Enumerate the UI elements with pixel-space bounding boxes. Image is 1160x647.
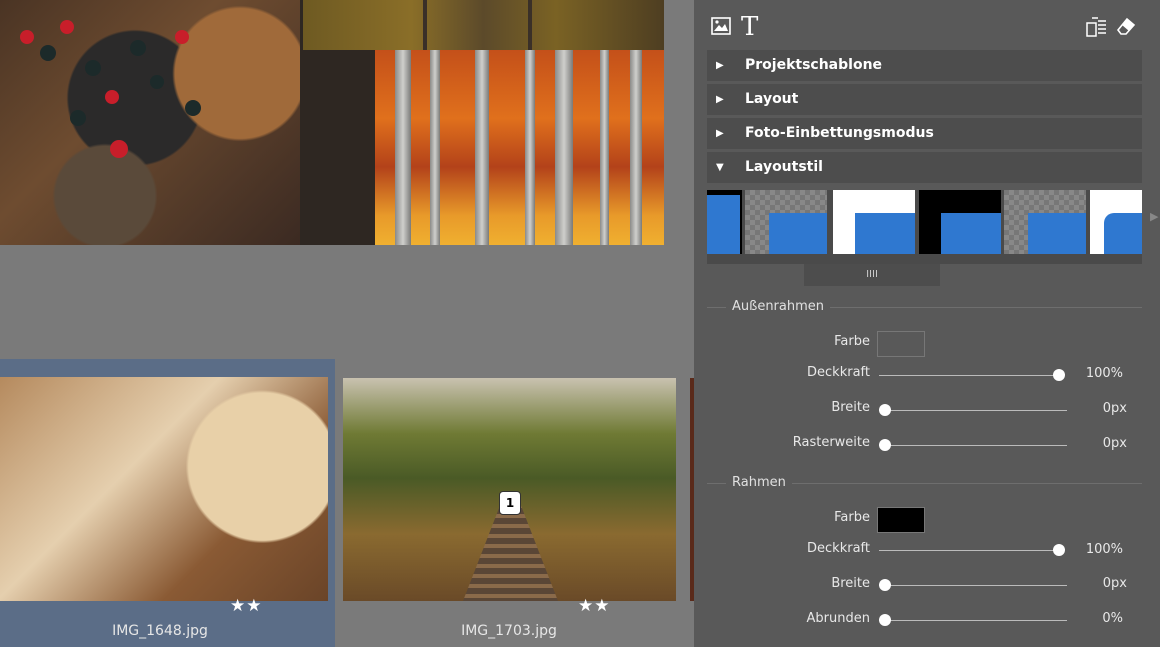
outer-frame-color-picker[interactable]: [877, 331, 925, 357]
value-rasterweite: 0px: [1102, 436, 1127, 451]
properties-panel: T ▶ Projektschablone ▶ Layout ▶ Foto-Ein…: [694, 0, 1160, 647]
collage-photo-berries[interactable]: [0, 0, 300, 245]
frame-rounding-slider[interactable]: [879, 620, 1067, 621]
group-title-frame: Rahmen: [726, 475, 792, 490]
filmstrip-thumbnail-2[interactable]: [343, 378, 676, 601]
label-deckkraft: Deckkraft: [807, 541, 870, 556]
slider-knob[interactable]: [879, 579, 891, 591]
layers-icon[interactable]: [1086, 17, 1108, 41]
outer-frame-opacity-slider[interactable]: [879, 375, 1059, 376]
label-deckkraft: Deckkraft: [807, 365, 870, 380]
filmstrip-thumbnail-1[interactable]: [0, 377, 328, 601]
value-breite: 0px: [1102, 401, 1127, 416]
filmstrip-filename: IMG_1703.jpg: [461, 623, 557, 639]
value-deckkraft: 100%: [1085, 366, 1123, 381]
collapse-arrow-icon: ▼: [716, 162, 724, 173]
eraser-icon[interactable]: [1115, 15, 1137, 41]
label-breite: Breite: [831, 400, 870, 415]
collage-photo-forest[interactable]: [375, 50, 664, 245]
layout-style-gallery: [707, 190, 1142, 264]
layout-style-option[interactable]: [1004, 190, 1086, 254]
workspace: ★★ IMG_1648.jpg 1 ★★ IMG_1703.jpg: [0, 0, 694, 647]
collage-photo-tracks[interactable]: [303, 0, 664, 50]
section-label: Layoutstil: [745, 159, 823, 175]
expand-arrow-icon: ▶: [716, 128, 724, 139]
section-label: Foto-Einbettungsmodus: [745, 125, 934, 141]
section-layout[interactable]: ▶ Layout: [707, 84, 1142, 115]
outer-frame-grid-slider[interactable]: [879, 445, 1067, 446]
layout-style-option[interactable]: [833, 190, 915, 254]
label-rasterweite: Rasterweite: [792, 435, 870, 450]
section-foto-einbettungsmodus[interactable]: ▶ Foto-Einbettungsmodus: [707, 118, 1142, 149]
text-icon[interactable]: T: [741, 12, 758, 42]
filmstrip-filename: IMG_1648.jpg: [112, 623, 208, 639]
slider-knob[interactable]: [879, 614, 891, 626]
value-breite: 0px: [1102, 576, 1127, 591]
section-label: Projektschablone: [745, 57, 883, 73]
value-abrunden: 0%: [1102, 611, 1123, 626]
frame-color-picker[interactable]: [877, 507, 925, 533]
outer-frame-width-slider[interactable]: [879, 410, 1067, 411]
value-deckkraft: 100%: [1085, 542, 1123, 557]
layout-style-option[interactable]: [707, 190, 742, 254]
section-projektschablone[interactable]: ▶ Projektschablone: [707, 50, 1142, 81]
rating-stars[interactable]: ★★: [578, 596, 610, 616]
layout-style-option[interactable]: [1090, 190, 1142, 254]
group-title-outer-frame: Außenrahmen: [726, 299, 831, 314]
section-layoutstil[interactable]: ▼ Layoutstil: [707, 152, 1142, 183]
label-breite: Breite: [831, 576, 870, 591]
rating-stars[interactable]: ★★: [230, 596, 262, 616]
collage-canvas[interactable]: [0, 0, 664, 245]
slider-knob[interactable]: [879, 404, 891, 416]
expand-arrow-icon: ▶: [716, 94, 724, 105]
panel-collapse-icon[interactable]: ▶: [1150, 210, 1158, 223]
usage-count-badge: 1: [499, 491, 521, 515]
label-farbe: Farbe: [834, 510, 870, 525]
frame-opacity-slider[interactable]: [879, 550, 1059, 551]
layout-style-option[interactable]: [745, 190, 827, 254]
frame-width-slider[interactable]: [879, 585, 1067, 586]
slider-knob[interactable]: [879, 439, 891, 451]
section-label: Layout: [745, 91, 799, 107]
expand-arrow-icon: ▶: [716, 60, 724, 71]
image-icon[interactable]: [711, 17, 731, 39]
layout-style-option[interactable]: [919, 190, 1001, 254]
label-abrunden: Abrunden: [806, 611, 870, 626]
label-farbe: Farbe: [834, 334, 870, 349]
gallery-scroll-handle[interactable]: IIII: [804, 264, 940, 286]
